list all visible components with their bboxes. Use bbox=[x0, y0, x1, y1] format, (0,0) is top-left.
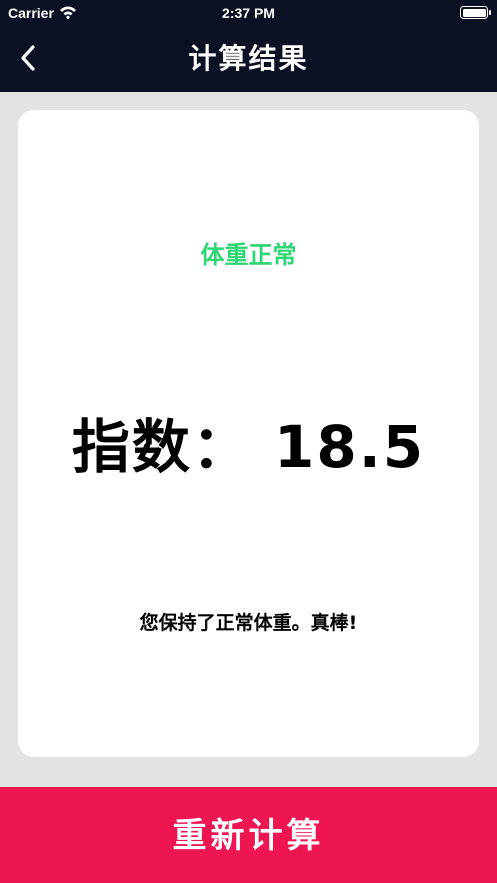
battery-icon bbox=[460, 6, 491, 19]
navigation-bar: 计算结果 bbox=[0, 26, 497, 92]
back-button[interactable] bbox=[8, 36, 48, 80]
bmi-index-value: 指数： 18.5 bbox=[71, 413, 426, 481]
chevron-left-icon bbox=[21, 45, 35, 71]
clock: 2:37 PM bbox=[222, 5, 275, 21]
status-bar: Carrier 2:37 PM bbox=[0, 0, 497, 26]
page-title: 计算结果 bbox=[188, 42, 309, 75]
result-message: 您保持了正常体重。真棒! bbox=[139, 612, 358, 634]
result-card: 体重正常 指数： 18.5 您保持了正常体重。真棒! bbox=[18, 110, 479, 757]
bmi-status-label: 体重正常 bbox=[200, 241, 297, 269]
recalculate-button[interactable]: 重新计算 bbox=[0, 787, 497, 883]
